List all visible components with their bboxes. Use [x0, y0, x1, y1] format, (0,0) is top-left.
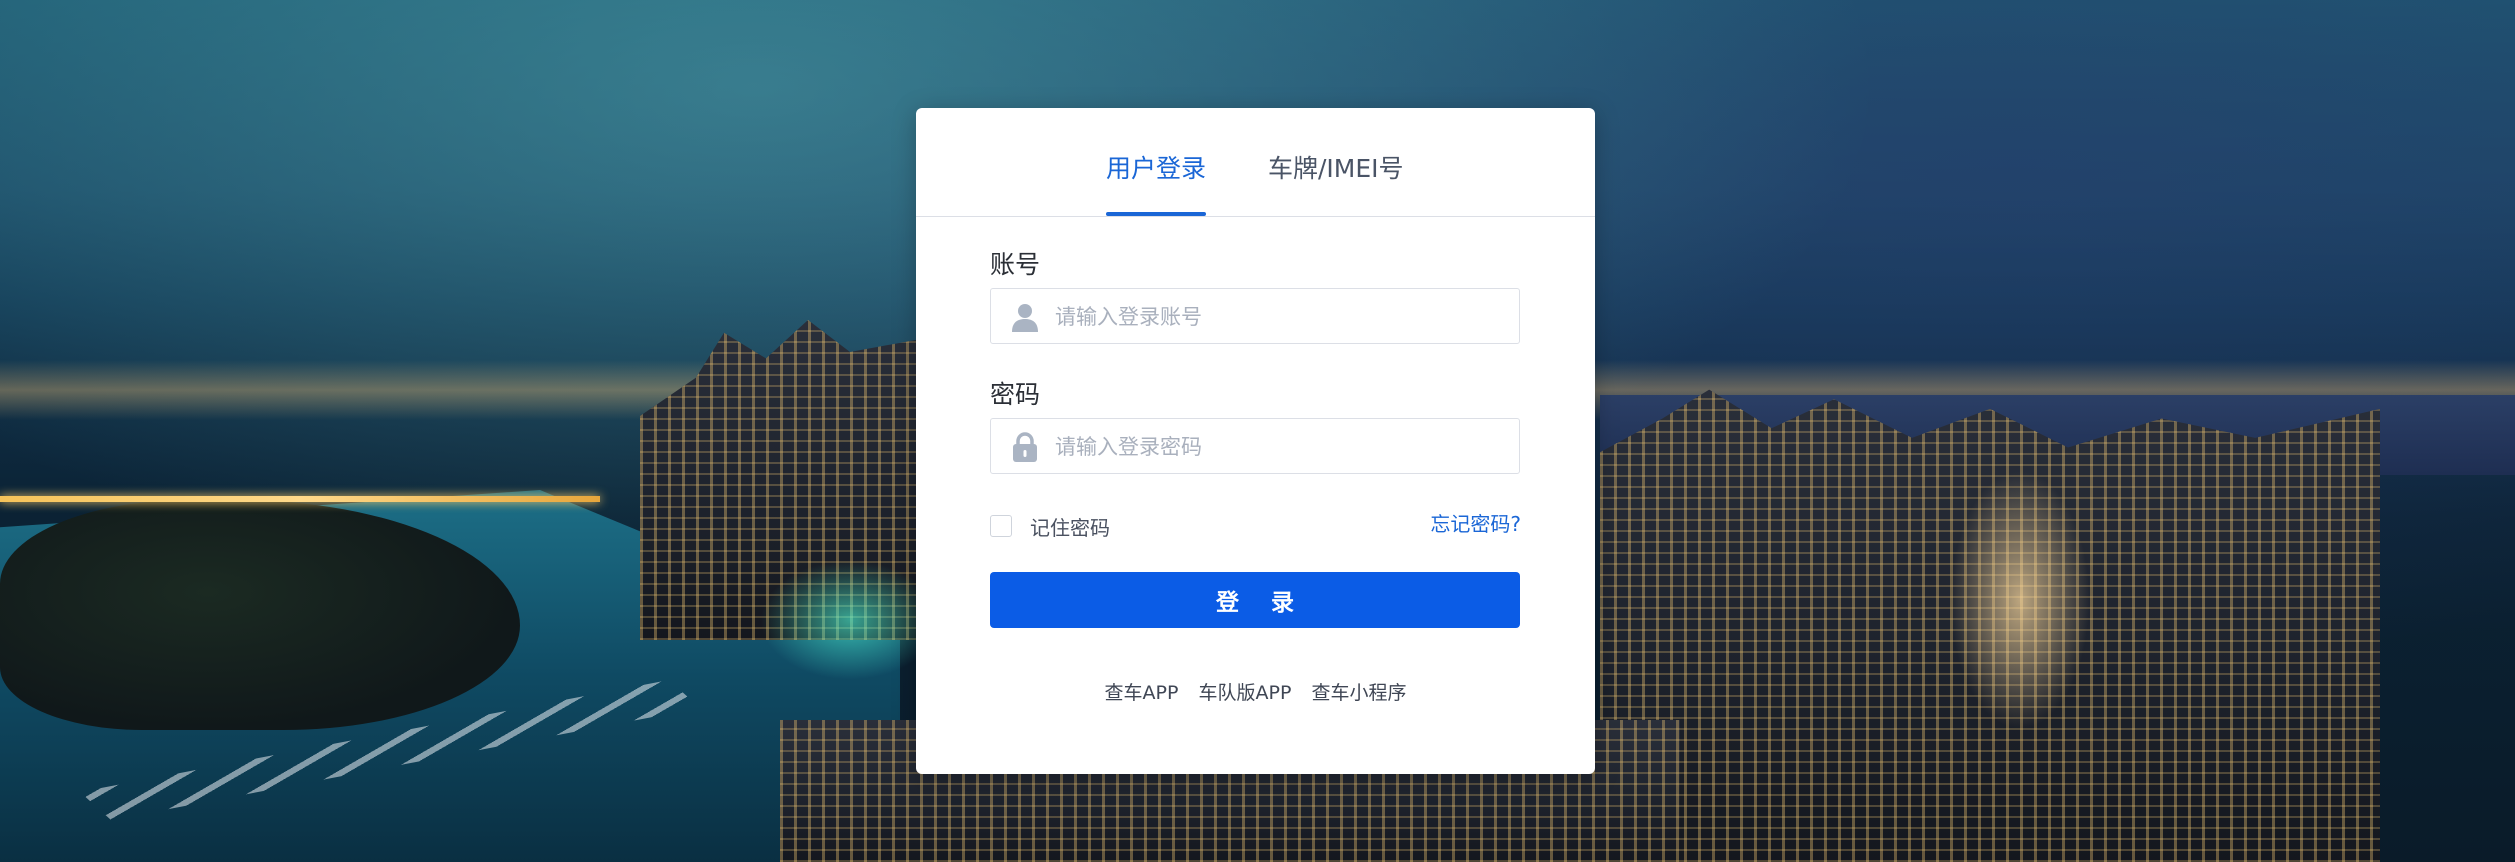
password-label: 密码	[990, 380, 1041, 409]
login-card: 用户登录 车牌/IMEI号 账号 密码	[916, 108, 1595, 774]
account-input[interactable]	[1053, 289, 1507, 345]
login-button[interactable]: 登 录	[990, 572, 1520, 628]
login-page: 用户登录 车牌/IMEI号 账号 密码	[0, 0, 2515, 862]
tab-plate-imei[interactable]: 车牌/IMEI号	[1268, 154, 1404, 184]
account-field-wrapper	[990, 288, 1520, 345]
login-tabs: 用户登录 车牌/IMEI号	[916, 108, 1595, 217]
tab-user-login[interactable]: 用户登录	[1106, 154, 1206, 184]
background-bridge	[0, 496, 600, 502]
user-icon	[1009, 301, 1041, 333]
account-label: 账号	[990, 250, 1041, 279]
lock-icon	[1009, 431, 1041, 463]
forgot-password-link[interactable]: 忘记密码?	[1430, 508, 1521, 537]
remember-password-row: 记住密码	[990, 512, 1110, 540]
footer-links: 查车APP 车队版APP 查车小程序	[916, 678, 1595, 705]
password-field-wrapper	[990, 418, 1520, 475]
active-tab-indicator	[1106, 212, 1206, 216]
background-road-glow	[1950, 470, 2090, 730]
app-link[interactable]: 查车APP	[1105, 682, 1179, 704]
background-glow	[760, 560, 940, 680]
remember-password-label[interactable]: 记住密码	[1030, 512, 1110, 541]
fleet-app-link[interactable]: 车队版APP	[1198, 682, 1291, 704]
mini-program-link[interactable]: 查车小程序	[1311, 682, 1406, 704]
password-input[interactable]	[1053, 419, 1507, 475]
remember-password-checkbox[interactable]	[990, 515, 1012, 537]
